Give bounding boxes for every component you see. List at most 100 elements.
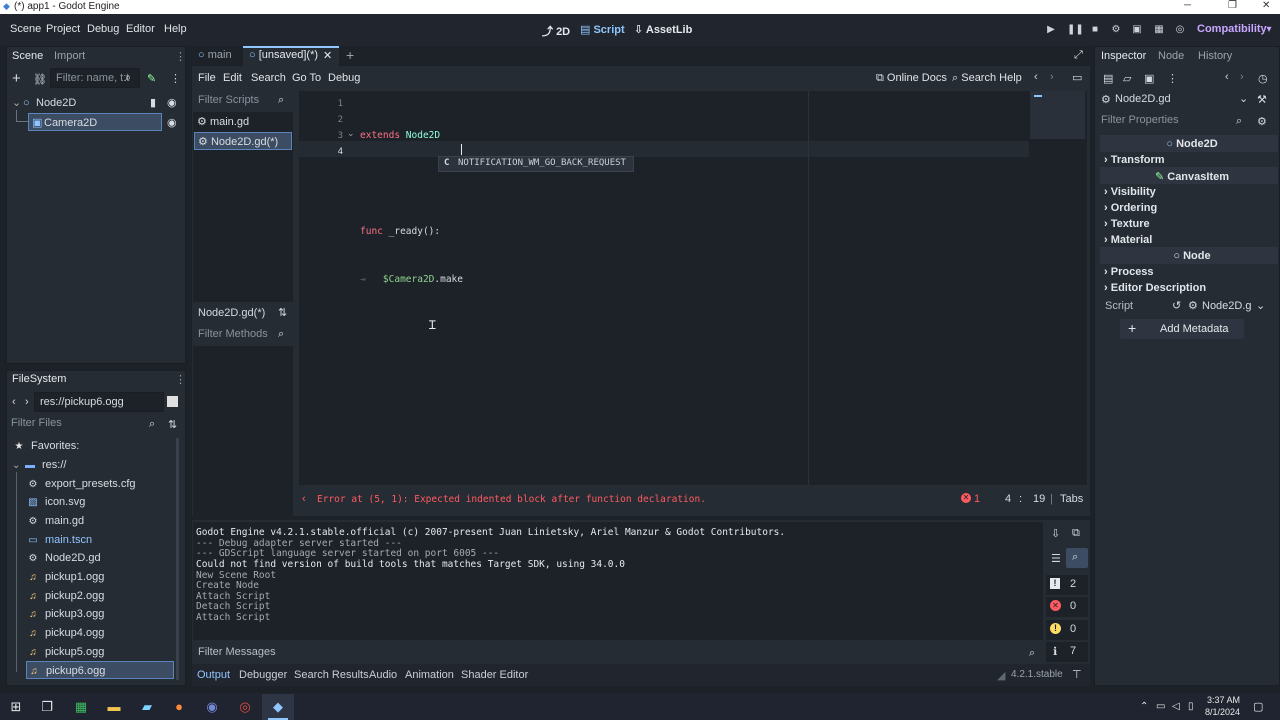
firefox-icon[interactable]: ●	[170, 698, 188, 716]
movie-maker-icon[interactable]: ◎	[1174, 24, 1186, 36]
clock-time[interactable]: 3:37 AM	[1207, 695, 1240, 705]
autocomplete-option[interactable]: NOTIFICATION_WM_GO_BACK_REQUEST	[458, 158, 626, 168]
obs-icon[interactable]: ◎	[236, 698, 254, 716]
script-menu-search[interactable]: Search	[251, 72, 286, 84]
script-menu-debug[interactable]: Debug	[328, 72, 360, 84]
play-icon[interactable]: ▶	[1045, 24, 1057, 36]
copy-log-icon[interactable]: ⧉	[1072, 527, 1080, 540]
clock-date[interactable]: 8/1/2024	[1205, 707, 1240, 717]
file-item[interactable]: ♫ pickup1.ogg	[26, 568, 176, 586]
file-item[interactable]: ⚙ Node2D.gd	[26, 549, 176, 567]
script-item-node2d[interactable]: ⚙ Node2D.gd(*)	[194, 132, 292, 150]
file-item[interactable]: ⚙ export_presets.cfg	[26, 475, 176, 493]
discord-icon[interactable]: ◉	[203, 698, 221, 716]
forward-icon[interactable]: ›	[25, 396, 29, 408]
file-item[interactable]: ♫ pickup2.ogg	[26, 587, 176, 605]
notification-icon[interactable]: ▢	[1253, 700, 1263, 713]
renderer-select[interactable]: Compatibility	[1197, 23, 1267, 35]
tab-animation[interactable]: Animation	[405, 669, 454, 681]
file-item[interactable]: ⚙ main.gd	[26, 512, 176, 530]
play-scene-icon[interactable]: ▣	[1131, 24, 1143, 36]
filter-messages-input[interactable]: Filter Messages	[193, 643, 1043, 663]
history-back-icon[interactable]: ‹	[1034, 71, 1038, 83]
dock-menu-icon[interactable]: ⋮	[175, 373, 186, 386]
godot-taskbar-icon[interactable]: ◆	[269, 698, 287, 716]
pin-panel-icon[interactable]: ⊤	[1072, 668, 1082, 681]
error-count[interactable]: 1	[974, 493, 980, 505]
fold-arrow-icon[interactable]: ⌄	[347, 128, 355, 139]
section-process[interactable]: › Process	[1104, 266, 1154, 278]
play-custom-icon[interactable]: ▦	[1153, 24, 1165, 36]
menu-help[interactable]: Help	[164, 23, 187, 35]
tab-search-results[interactable]: Search Results	[294, 669, 369, 681]
maximize-icon[interactable]: ❐	[1228, 0, 1237, 11]
save-resource-icon[interactable]: ▣	[1144, 72, 1154, 85]
file-item[interactable]: ▨ icon.svg	[26, 493, 176, 511]
filter-properties-input[interactable]: Filter Properties	[1096, 111, 1252, 131]
section-visibility[interactable]: › Visibility	[1104, 186, 1156, 198]
errors-filter[interactable]: ✕ 0	[1046, 597, 1088, 617]
link-icon[interactable]: ⛓	[33, 73, 47, 86]
workspace-assetlib[interactable]: ⇩ AssetLib	[634, 23, 692, 36]
script-icon[interactable]: ▮	[150, 94, 156, 112]
clear-log-icon[interactable]: ⇩	[1051, 527, 1060, 540]
notepad-icon[interactable]: ▰	[138, 698, 156, 716]
error-message[interactable]: Error at (5, 1): Expected indented block…	[317, 494, 706, 505]
history-back-icon[interactable]: ‹	[1225, 71, 1229, 83]
file-item[interactable]: ♫ pickup3.ogg	[26, 605, 176, 623]
windows-start-icon[interactable]: ⊞	[7, 698, 25, 716]
close-tab-icon[interactable]: ✕	[323, 49, 332, 62]
filesystem-path-input[interactable]: res://pickup6.ogg	[34, 392, 164, 412]
tab-scene[interactable]: Scene	[12, 50, 43, 62]
sort-icon[interactable]: ⇅	[168, 418, 177, 431]
pause-icon[interactable]: ❚❚	[1067, 24, 1084, 36]
autocomplete-popup[interactable]: C NOTIFICATION_WM_GO_BACK_REQUEST	[438, 156, 634, 172]
tab-import[interactable]: Import	[54, 50, 85, 62]
file-item[interactable]: ♫ pickup5.ogg	[26, 643, 176, 661]
visibility-eye-icon[interactable]: ◉	[167, 116, 177, 129]
file-item-selected[interactable]: ♫ pickup6.ogg	[26, 661, 174, 679]
workspace-script[interactable]: ▤ Script	[580, 23, 625, 36]
resource-selector[interactable]: ⚙ Node2D.gd ⌄	[1098, 90, 1250, 110]
distraction-free-icon[interactable]: ⤢	[1074, 49, 1083, 62]
new-tab-icon[interactable]: +	[346, 47, 354, 63]
more-options-icon[interactable]: ⋮	[1167, 72, 1178, 85]
back-icon[interactable]: ‹	[12, 396, 16, 408]
tree-item-camera2d[interactable]: ▣ Camera2D	[28, 113, 162, 131]
object-history-icon[interactable]: ◷	[1258, 72, 1268, 85]
tab-node[interactable]: Node	[1158, 50, 1184, 62]
toggle-panel-icon[interactable]: ▭	[1072, 71, 1082, 84]
warnings-filter[interactable]: ! 0	[1046, 620, 1088, 640]
close-window-icon[interactable]: ✕	[1262, 0, 1270, 11]
favorites-row[interactable]: ★ Favorites:	[12, 437, 175, 455]
dock-menu-icon[interactable]: ⋮	[175, 50, 186, 63]
online-docs-button[interactable]: ⧉ Online Docs	[876, 72, 947, 85]
minimize-icon[interactable]: ─	[1184, 0, 1191, 11]
history-forward-icon[interactable]: ›	[1050, 71, 1054, 83]
history-forward-icon[interactable]: ›	[1240, 71, 1244, 83]
menu-debug[interactable]: Debug	[87, 23, 119, 35]
add-node-icon[interactable]: +	[12, 70, 21, 87]
minimap[interactable]	[1030, 91, 1085, 139]
sort-icon[interactable]: ⇅	[278, 306, 287, 319]
search-help-button[interactable]: ⌕ Search Help	[952, 72, 1022, 85]
toggle-scripts-panel-icon[interactable]: ‹	[302, 493, 306, 505]
reload-icon[interactable]: ↺	[1172, 299, 1181, 312]
tree-item-node2d[interactable]: ⌄ ○ Node2D ▮ ◉	[12, 94, 182, 112]
menu-project[interactable]: Project	[46, 23, 80, 35]
tab-output[interactable]: Output	[197, 669, 230, 681]
collapse-icon[interactable]: ☰	[1051, 552, 1061, 565]
tab-main[interactable]: ○ main	[198, 49, 232, 61]
script-attach-icon[interactable]: ✎	[147, 72, 156, 85]
tools-icon[interactable]: ⚒	[1257, 93, 1267, 106]
section-ordering[interactable]: › Ordering	[1104, 202, 1157, 214]
spreadsheet-app-icon[interactable]: ▦	[72, 698, 90, 716]
tab-audio[interactable]: Audio	[369, 669, 397, 681]
section-texture[interactable]: › Texture	[1104, 218, 1150, 230]
file-item[interactable]: ▭ main.tscn	[26, 531, 176, 549]
volume-icon[interactable]: ◁	[1172, 701, 1180, 712]
open-resource-icon[interactable]: ▱	[1123, 72, 1131, 85]
section-editor-description[interactable]: › Editor Description	[1104, 282, 1206, 294]
add-metadata-button[interactable]: + Add Metadata	[1120, 319, 1244, 339]
info-filter[interactable]: ℹ 7	[1046, 642, 1088, 662]
